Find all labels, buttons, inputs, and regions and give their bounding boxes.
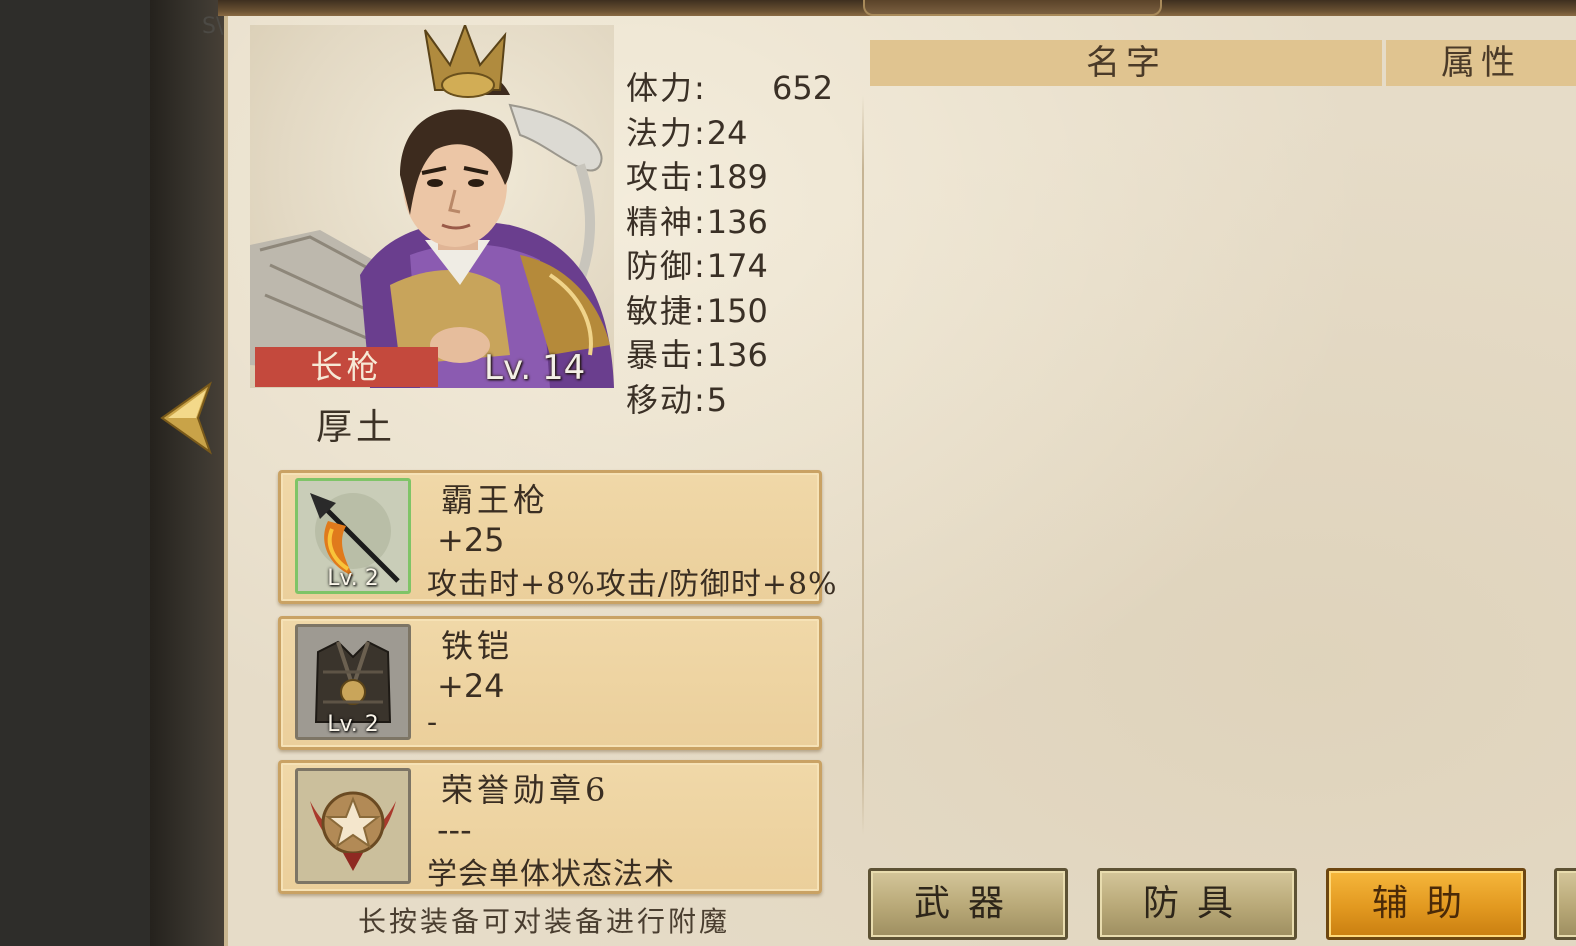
panel-divider: [862, 95, 864, 835]
stat-value: 174: [706, 247, 768, 285]
stat-value: 136: [706, 336, 768, 374]
stat-label: 暴击:: [626, 336, 707, 374]
armor-icon: Lv. 2: [295, 624, 411, 740]
stat-value: 136: [706, 202, 768, 241]
panel-frame: S\: [150, 0, 230, 946]
stat-mp: 法力:24: [626, 111, 768, 156]
stats-list: 体力: 652 法力:24 攻击:189 精神:136 防御:174 敏捷:150…: [626, 66, 833, 423]
column-header-name[interactable]: 名字: [870, 40, 1382, 86]
stat-attack: 攻击:189: [626, 155, 768, 200]
stat-value: 150: [706, 291, 768, 330]
equipment-slot-armor[interactable]: Lv. 2 铁铠 +24 -: [278, 616, 822, 750]
item-effect: 攻击时+8%攻击/防御时+8%: [427, 567, 838, 602]
weapon-type-tag: 长枪: [255, 347, 438, 387]
stat-value: 189: [706, 158, 768, 196]
stat-spirit: 精神:136: [626, 200, 768, 245]
column-header-attribute[interactable]: 属性: [1386, 40, 1576, 86]
tab-auxiliary[interactable]: 辅助: [1326, 868, 1526, 940]
stat-label: 攻击:: [626, 158, 707, 196]
item-name: 霸王枪: [441, 481, 550, 519]
stat-hp: 体力: 652: [626, 66, 833, 111]
left-dark-strip: [0, 0, 150, 946]
item-level: Lv. 2: [327, 566, 379, 591]
medal-icon: [295, 768, 411, 884]
tab-armor[interactable]: 防具: [1097, 868, 1297, 940]
item-bonus: ---: [437, 811, 472, 849]
item-bonus: +25: [437, 521, 505, 559]
stat-label: 法力:: [626, 113, 707, 152]
stat-movement: 移动:5: [626, 378, 768, 423]
equipment-slot-accessory[interactable]: 荣誉勋章6 --- 学会单体状态法术: [278, 760, 822, 894]
tab-next-partial[interactable]: [1554, 868, 1576, 940]
stat-label: 移动:: [626, 380, 707, 419]
spear-icon: Lv. 2: [295, 478, 411, 594]
stat-value: 652: [772, 69, 834, 107]
stat-value: 24: [706, 113, 748, 152]
hero-portrait-art: [250, 25, 614, 388]
stat-value: 5: [706, 380, 728, 419]
item-name: 铁铠: [441, 627, 514, 665]
equipment-list-header: 名字 属性: [870, 40, 1576, 86]
item-effect: 学会单体状态法术: [427, 857, 675, 892]
tab-weapon[interactable]: 武器: [868, 868, 1068, 940]
stat-defense: 防御:174: [626, 244, 768, 289]
stat-agility: 敏捷:150: [626, 289, 768, 334]
hero-portrait: [250, 25, 614, 388]
top-frame-bar: [218, 0, 1576, 16]
stat-label: 体力:: [626, 69, 707, 107]
item-level: Lv. 2: [327, 712, 379, 737]
frame-ghost-glyph: S\: [202, 14, 224, 39]
enchant-hint: 长按装备可对装备进行附魔: [358, 905, 731, 938]
stat-label: 防御:: [626, 247, 707, 285]
stat-label: 敏捷:: [626, 291, 707, 330]
equipment-slot-weapon[interactable]: Lv. 2 霸王枪 +25 攻击时+8%攻击/防御时+8%: [278, 470, 837, 604]
item-bonus: +24: [437, 667, 505, 705]
stat-label: 精神:: [626, 202, 707, 241]
item-name: 荣誉勋章6: [441, 771, 610, 809]
hero-level: Lv. 14: [484, 348, 586, 388]
stat-critical: 暴击:136: [626, 333, 768, 378]
item-effect: -: [427, 705, 439, 740]
back-arrow-icon[interactable]: [158, 380, 214, 456]
top-frame-notch: [863, 0, 1162, 16]
hero-name: 厚土: [316, 407, 397, 448]
medal-icon-art: [298, 771, 408, 881]
